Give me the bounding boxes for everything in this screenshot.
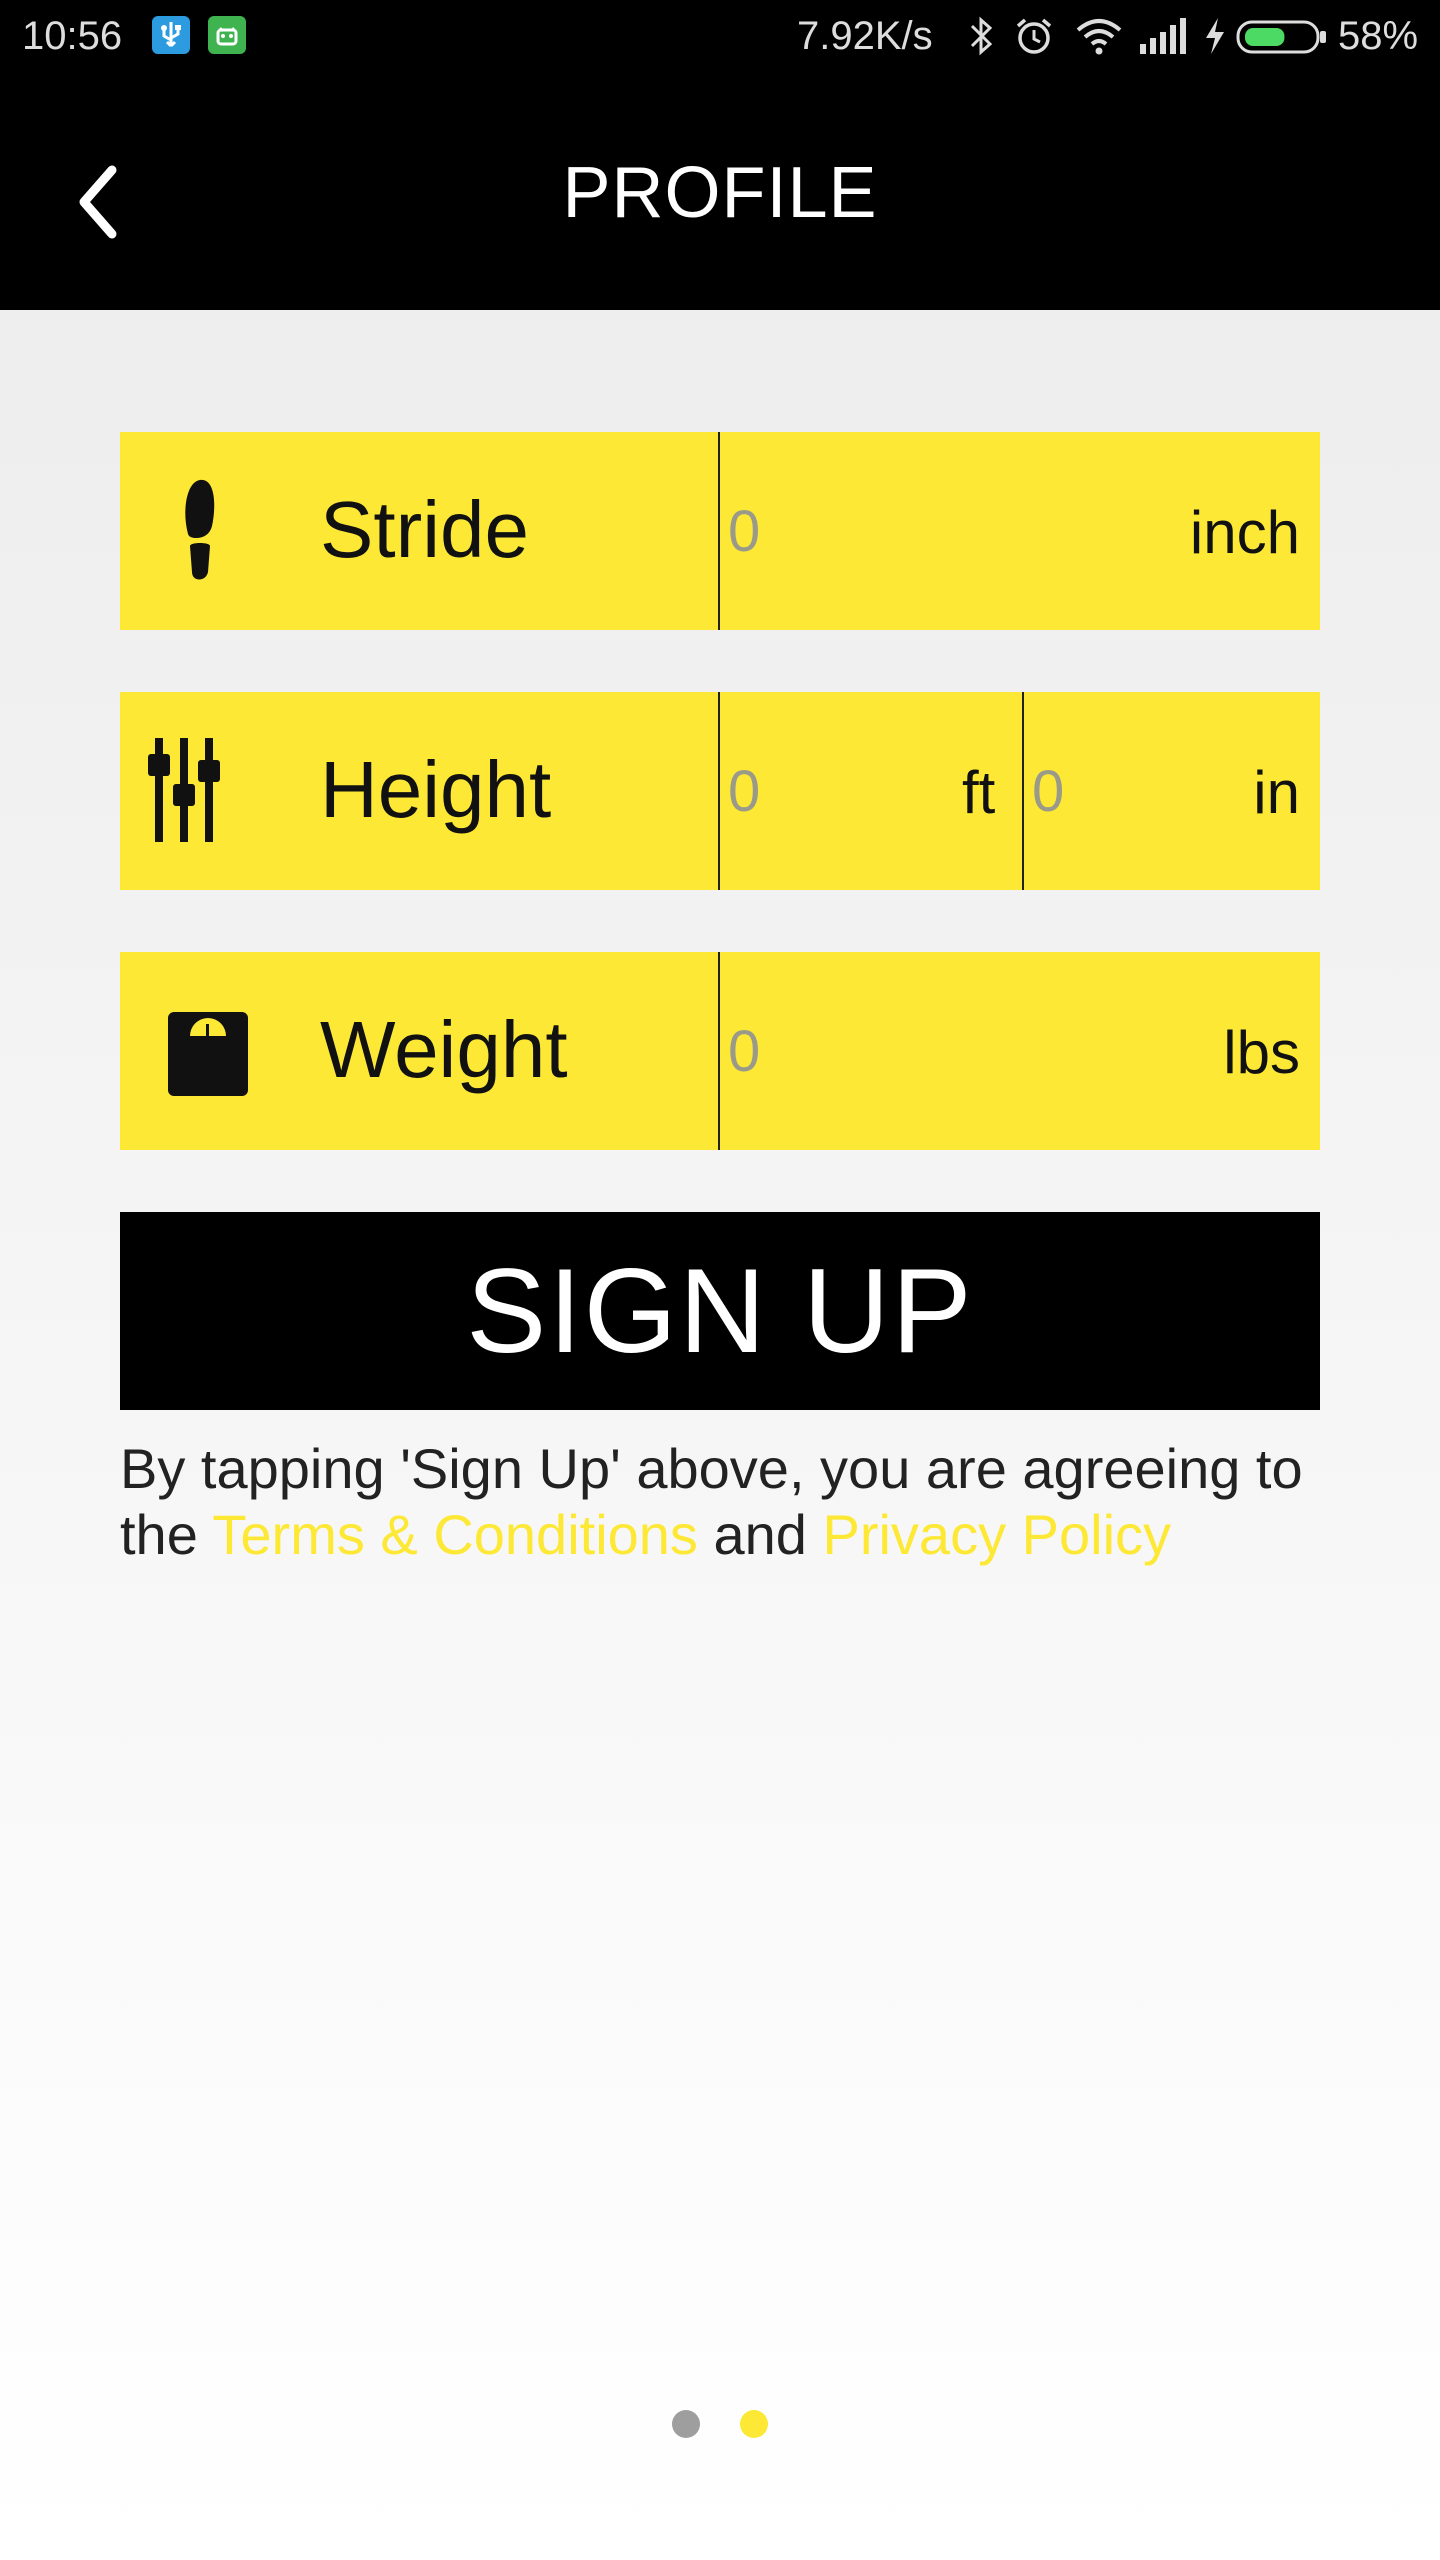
network-speed: 7.92K/s [797, 14, 933, 58]
stride-input[interactable]: 0 [728, 498, 760, 565]
row-divider [718, 952, 720, 1150]
row-divider [718, 692, 720, 890]
usb-icon [152, 16, 190, 54]
weight-label: Weight [320, 1005, 568, 1094]
footprint-icon [140, 472, 260, 592]
height-inches-unit: in [1253, 759, 1300, 826]
status-time: 10:56 [22, 14, 123, 58]
terms-conditions-link[interactable]: Terms & Conditions [212, 1503, 698, 1566]
app-bar: PROFILE [0, 74, 1440, 310]
row-divider [1022, 692, 1024, 890]
height-row: Height 0 ft 0 in [120, 692, 1320, 890]
charging-icon [1202, 14, 1228, 58]
sign-up-button[interactable]: SIGN UP [120, 1212, 1320, 1410]
page-dot-1[interactable] [672, 2410, 700, 2438]
stride-unit: inch [1189, 499, 1300, 566]
page-dot-2[interactable] [740, 2410, 768, 2438]
row-divider [718, 432, 720, 630]
terms-middle: and [697, 1503, 823, 1566]
alarm-icon [1012, 14, 1056, 58]
wifi-icon [1074, 14, 1124, 58]
android-icon [208, 16, 246, 54]
weight-row: Weight 0 lbs [120, 952, 1320, 1150]
height-feet-input[interactable]: 0 [728, 758, 760, 825]
height-inches-input[interactable]: 0 [1032, 758, 1064, 825]
privacy-policy-link[interactable]: Privacy Policy [822, 1503, 1171, 1566]
height-label: Height [320, 745, 552, 834]
battery-percent: 58% [1338, 14, 1419, 58]
scale-icon [140, 992, 260, 1112]
sliders-icon [140, 732, 260, 852]
page-title: PROFILE [562, 153, 878, 233]
status-bar: 10:56 7.92K/s 58% [0, 0, 1440, 74]
weight-unit: lbs [1223, 1019, 1300, 1086]
terms-text: By tapping 'Sign Up' above, you are agre… [120, 1436, 1340, 1568]
battery-icon [1236, 14, 1328, 58]
stride-row: Stride 0 inch [120, 432, 1320, 630]
bluetooth-icon [966, 14, 996, 58]
signal-icon [1138, 14, 1188, 58]
stride-label: Stride [320, 485, 529, 574]
height-feet-unit: ft [962, 759, 996, 826]
weight-input[interactable]: 0 [728, 1018, 760, 1085]
